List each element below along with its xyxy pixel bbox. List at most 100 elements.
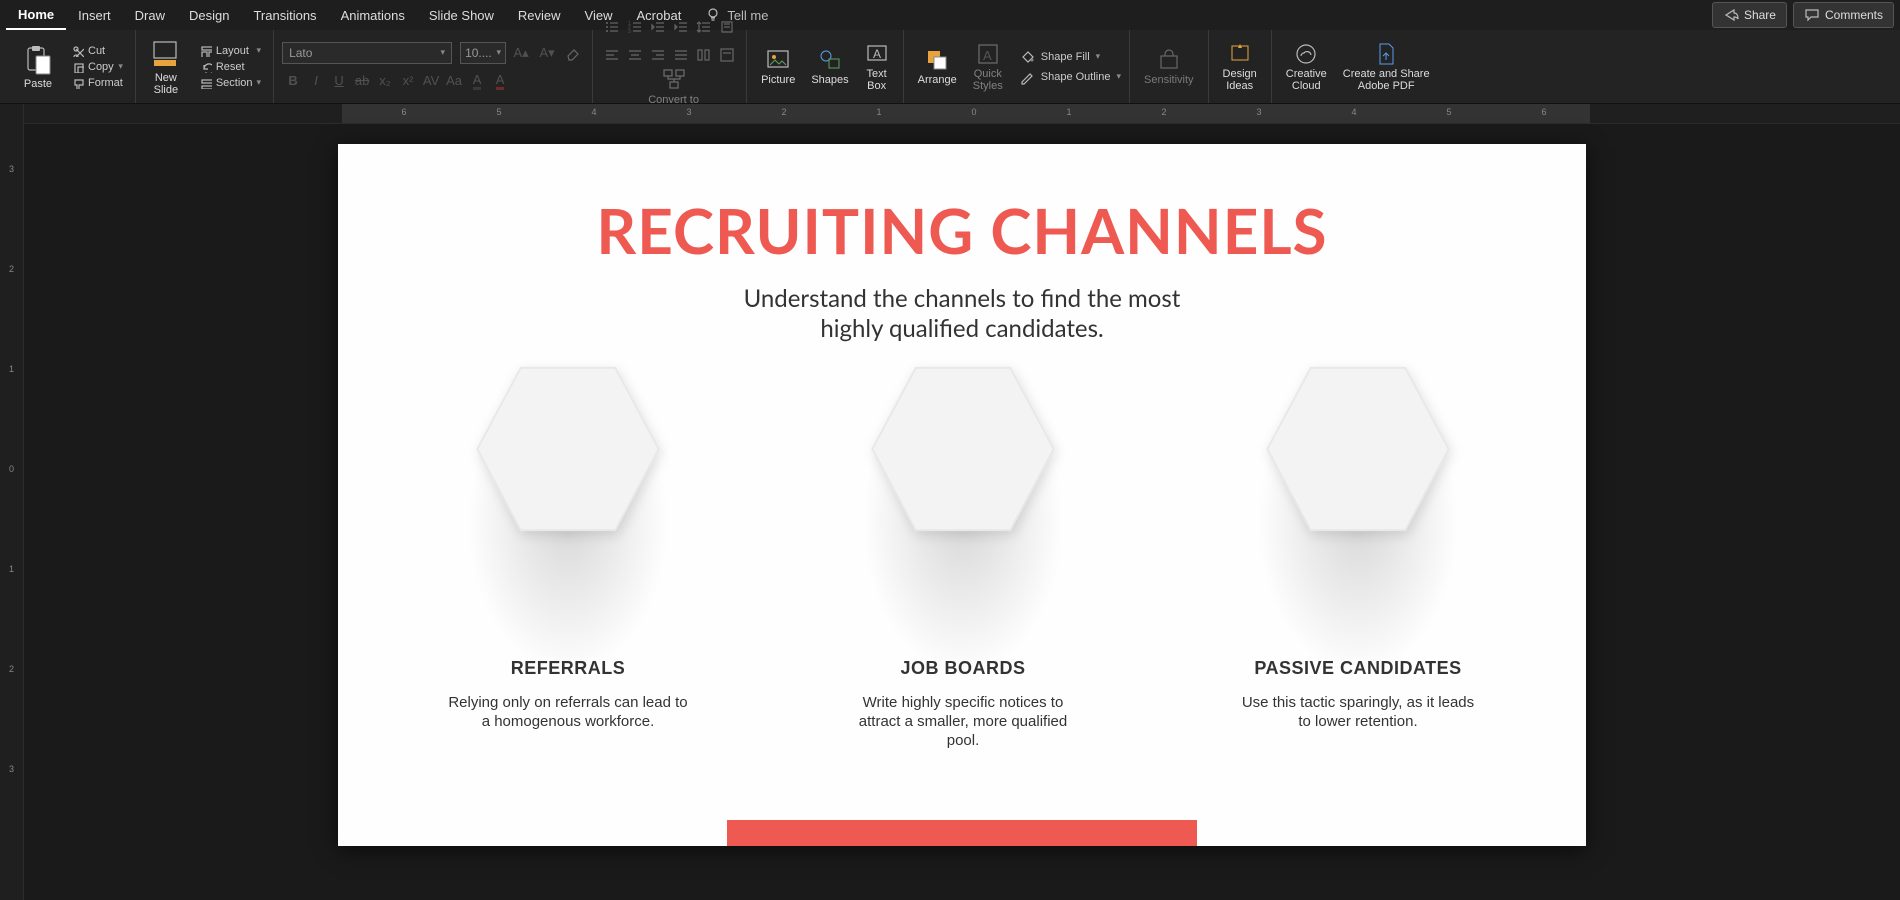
subscript-button[interactable]: x₂	[374, 70, 396, 92]
reset-icon	[200, 61, 212, 73]
horizontal-ruler: 6 5 4 3 2 1 0 1 2 3 4 5 6	[24, 104, 1900, 124]
share-icon	[1723, 7, 1739, 23]
increase-font-button[interactable]: A▴	[510, 42, 532, 64]
align-left-button[interactable]	[601, 44, 623, 66]
column-referrals[interactable]: REFERRALS Relying only on referrals can …	[388, 364, 748, 731]
tab-insert[interactable]: Insert	[66, 2, 123, 29]
justify-button[interactable]	[670, 44, 692, 66]
slide-canvas[interactable]: RECRUITING CHANNELS Understand the chann…	[338, 144, 1586, 846]
font-size-field[interactable]: 10....▾	[460, 42, 506, 64]
pen-icon	[1019, 69, 1035, 85]
sensitivity-icon	[1157, 48, 1181, 72]
layout-button[interactable]: Layout▾	[196, 44, 265, 58]
line-spacing-button[interactable]	[693, 16, 715, 38]
picture-icon	[766, 48, 790, 72]
arrange-button[interactable]: Arrange	[912, 46, 963, 88]
numbering-button[interactable]: 123	[624, 16, 646, 38]
justify-icon	[673, 47, 689, 63]
tab-design[interactable]: Design	[177, 2, 241, 29]
indent-icon	[673, 19, 689, 35]
new-slide-label: NewSlide	[154, 72, 178, 96]
spacing-icon	[696, 19, 712, 35]
italic-button[interactable]: I	[305, 70, 327, 92]
decrease-indent-button[interactable]	[647, 16, 669, 38]
slide-title[interactable]: RECRUITING CHANNELS	[338, 194, 1586, 268]
share-button[interactable]: Share	[1712, 2, 1787, 28]
comments-button[interactable]: Comments	[1793, 2, 1894, 28]
comment-icon	[1804, 7, 1820, 23]
ribbon: Paste Cut Copy▾ Format NewSlide Layout▾ …	[0, 30, 1900, 104]
design-ideas-button[interactable]: DesignIdeas	[1217, 40, 1263, 94]
tab-review[interactable]: Review	[506, 2, 573, 29]
format-painter-button[interactable]: Format	[68, 76, 127, 90]
textbox-icon: A	[865, 42, 889, 66]
shape-outline-button[interactable]: Shape Outline▾	[1019, 68, 1121, 86]
brush-icon	[72, 77, 84, 89]
text-dir-icon	[719, 19, 735, 35]
text-direction-button[interactable]	[716, 16, 738, 38]
creative-cloud-button[interactable]: CreativeCloud	[1280, 40, 1333, 94]
comments-label: Comments	[1825, 8, 1883, 22]
group-font: Lato▾ 10....▾ A▴ A▾ B I U ab x₂ x² AV Aa…	[274, 30, 593, 103]
textbox-button[interactable]: A TextBox	[859, 40, 895, 94]
slide-subtitle[interactable]: Understand the channels to find the most…	[338, 284, 1586, 344]
align-right-button[interactable]	[647, 44, 669, 66]
bold-button[interactable]: B	[282, 70, 304, 92]
align-center-icon	[627, 47, 643, 63]
tab-draw[interactable]: Draw	[123, 2, 177, 29]
tab-animations[interactable]: Animations	[329, 2, 417, 29]
hexagon-icon	[1263, 364, 1453, 534]
underline-button[interactable]: U	[328, 70, 350, 92]
quick-styles-button[interactable]: A QuickStyles	[967, 40, 1009, 94]
hexagon-icon	[473, 364, 663, 534]
superscript-button[interactable]: x²	[397, 70, 419, 92]
shape-fill-button[interactable]: Shape Fill▾	[1019, 48, 1121, 66]
group-insert: Picture Shapes A TextBox	[747, 30, 904, 103]
layout-icon	[200, 45, 212, 57]
share-label: Share	[1744, 8, 1776, 22]
align-left-icon	[604, 47, 620, 63]
align-right-icon	[650, 47, 666, 63]
group-paragraph: 123 Convert toSmartArt	[593, 30, 747, 103]
menu-tabs: Home Insert Draw Design Transitions Anim…	[0, 0, 1900, 30]
change-case-button[interactable]: Aa	[443, 70, 465, 92]
svg-text:3: 3	[628, 29, 631, 35]
clear-format-button[interactable]	[562, 42, 584, 64]
cut-button[interactable]: Cut	[68, 44, 127, 58]
reset-button[interactable]: Reset	[196, 60, 265, 74]
highlight-button[interactable]: A	[466, 70, 488, 92]
align-text-button[interactable]	[716, 44, 738, 66]
font-name-field[interactable]: Lato▾	[282, 42, 452, 64]
adobe-pdf-button[interactable]: Create and ShareAdobe PDF	[1337, 40, 1436, 94]
font-color-button[interactable]: A	[489, 70, 511, 92]
bullets-button[interactable]	[601, 16, 623, 38]
shapes-button[interactable]: Shapes	[805, 46, 854, 88]
align-center-button[interactable]	[624, 44, 646, 66]
copy-button[interactable]: Copy▾	[68, 60, 127, 74]
paste-button[interactable]: Paste	[16, 42, 60, 92]
bullets-icon	[604, 19, 620, 35]
hexagon-icon	[868, 364, 1058, 534]
sensitivity-button[interactable]: Sensitivity	[1138, 46, 1200, 88]
tab-slideshow[interactable]: Slide Show	[417, 2, 506, 29]
paste-label: Paste	[24, 78, 52, 90]
tab-transitions[interactable]: Transitions	[241, 2, 328, 29]
new-slide-button[interactable]: NewSlide	[144, 36, 188, 98]
bucket-icon	[1019, 49, 1035, 65]
tab-home[interactable]: Home	[6, 1, 66, 30]
columns-button[interactable]	[693, 44, 715, 66]
picture-button[interactable]: Picture	[755, 46, 801, 88]
column-jobboards[interactable]: JOB BOARDS Write highly specific notices…	[783, 364, 1143, 750]
char-spacing-button[interactable]: AV	[420, 70, 442, 92]
creative-cloud-icon	[1294, 42, 1318, 66]
column-passive[interactable]: PASSIVE CANDIDATES Use this tactic spari…	[1178, 364, 1538, 731]
shapes-icon	[818, 48, 842, 72]
slide-surface[interactable]: RECRUITING CHANNELS Understand the chann…	[24, 124, 1900, 900]
section-button[interactable]: Section▾	[196, 76, 265, 90]
strike-button[interactable]: ab	[351, 70, 373, 92]
increase-indent-button[interactable]	[670, 16, 692, 38]
svg-text:A: A	[873, 47, 881, 61]
decrease-font-button[interactable]: A▾	[536, 42, 558, 64]
eraser-icon	[565, 45, 581, 61]
section-icon	[200, 77, 212, 89]
